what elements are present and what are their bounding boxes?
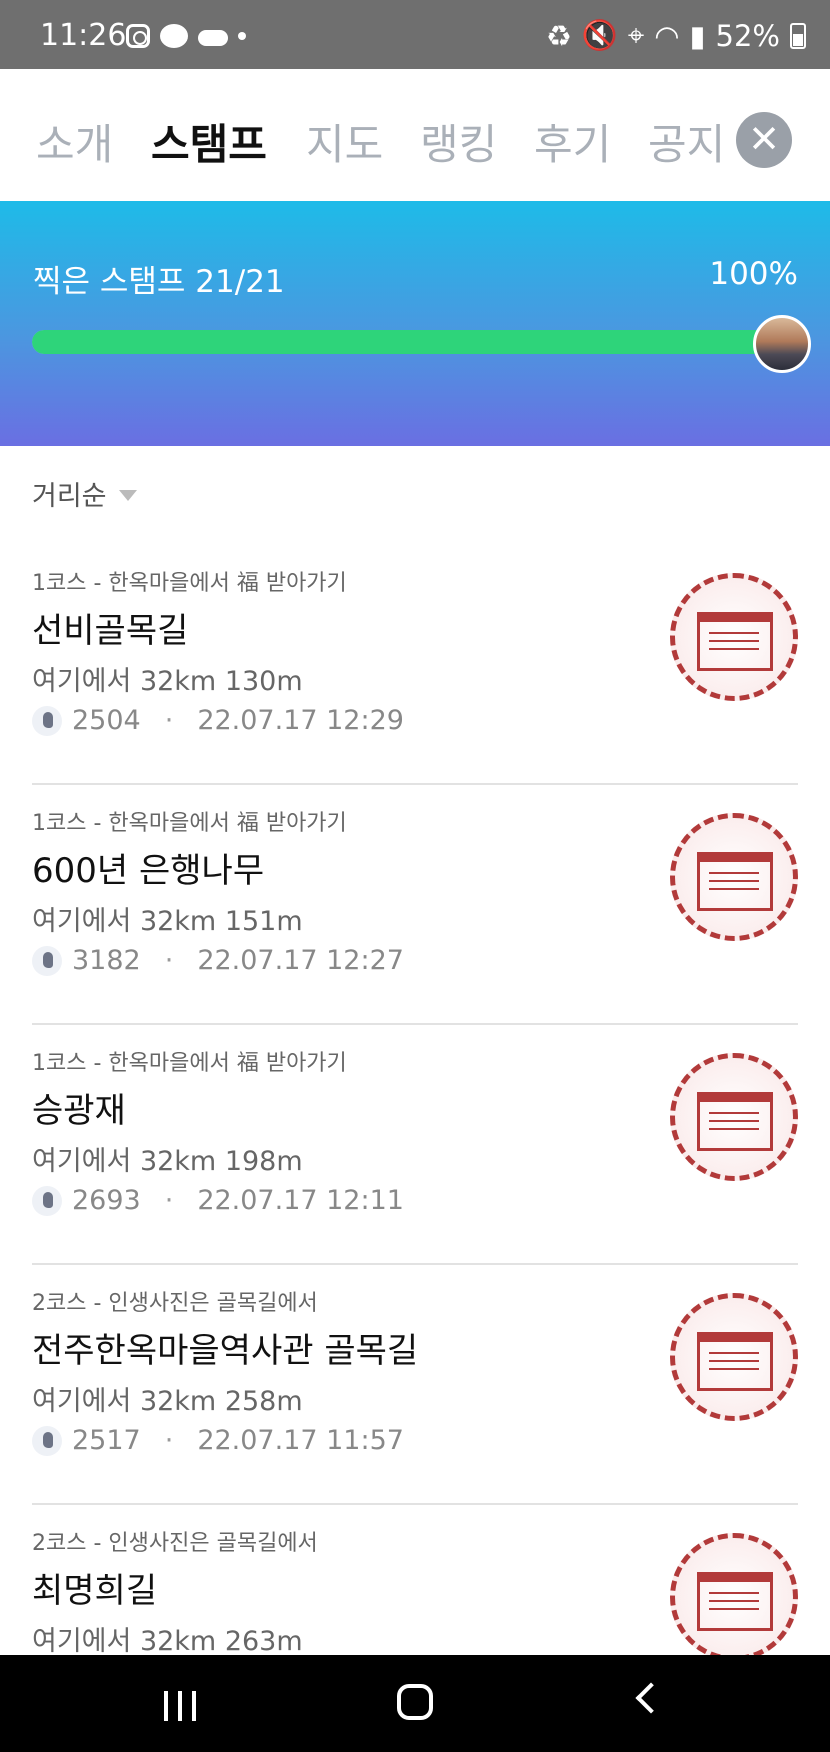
stamp-count-label: 찍은 스탬프 21/21 [33,264,285,300]
sort-label: 거리순 [32,481,107,512]
place-name: 선비골목길 [32,611,189,651]
progress-fill [32,330,792,354]
wifi-icon: ◠ [654,18,680,53]
list-item[interactable]: 1코스 - 한옥마을에서 福 받아가기 600년 은행나무 여기에서 32km … [32,785,798,1025]
tab-bar: 소개 스탬프 지도 랭킹 후기 공지 [0,69,830,201]
tab-ranking[interactable]: 랭킹 [420,111,497,172]
cloud-icon [198,30,228,46]
recent-apps-button[interactable] [164,1691,196,1721]
stamp-meta: 2504 · 22.07.17 12:29 [32,705,404,736]
instagram-icon [126,24,150,48]
place-name: 승광재 [32,1091,126,1131]
stamp-datetime: 22.07.17 12:11 [197,1185,404,1216]
list-item[interactable]: 2코스 - 인생사진은 골목길에서 전주한옥마을역사관 골목길 여기에서 32k… [32,1265,798,1505]
dot-icon [238,32,246,40]
place-name: 600년 은행나무 [32,851,265,891]
list-item[interactable]: 1코스 - 한옥마을에서 福 받아가기 승광재 여기에서 32km 198m 2… [32,1025,798,1265]
course-label: 1코스 - 한옥마을에서 福 받아가기 [32,571,347,596]
stamp-meta: 3182 · 22.07.17 12:27 [32,945,404,976]
visit-count: 2517 [72,1425,141,1456]
chat-bubble-icon [160,24,188,48]
separator-dot: · [164,945,174,976]
tab-review[interactable]: 후기 [534,111,611,172]
footprint-icon [32,1185,62,1216]
back-button[interactable] [635,1682,667,1714]
course-label: 1코스 - 한옥마을에서 福 받아가기 [32,811,347,836]
distance-text: 여기에서 32km 151m [32,906,303,937]
course-label: 2코스 - 인생사진은 골목길에서 [32,1291,318,1316]
signal-icon: ▮ [689,18,706,53]
caret-down-icon [118,490,137,501]
stamp-datetime: 22.07.17 12:29 [197,705,404,736]
place-name: 최명희길 [32,1571,158,1611]
system-nav-bar [0,1655,830,1752]
separator-dot: · [164,705,174,736]
recent-bar-icon [192,1691,196,1721]
stamp-progress-banner: 찍은 스탬프 21/21 100% [0,201,830,446]
stamp-datetime: 22.07.17 12:27 [197,945,404,976]
status-bar: 11:26 ♻ 🔇 ⌖ ◠ ▮ 52% [0,0,830,69]
stamp-meta: 2693 · 22.07.17 12:11 [32,1185,404,1216]
stamp-percent: 100% [709,256,798,292]
stamp-image [670,573,798,701]
battery-percent: 52% [715,18,780,53]
course-label: 1코스 - 한옥마을에서 福 받아가기 [32,1051,347,1076]
visit-count: 2693 [72,1185,141,1216]
distance-text: 여기에서 32km 258m [32,1386,303,1417]
home-button[interactable] [397,1684,433,1720]
battery-icon [790,22,806,49]
stamp-image [670,1053,798,1181]
separator-dot: · [164,1185,174,1216]
close-button[interactable]: ✕ [736,112,792,168]
battery-saver-icon: ♻ [545,18,572,53]
stamp-list: 1코스 - 한옥마을에서 福 받아가기 선비골목길 여기에서 32km 130m… [0,545,830,1745]
tab-stamp[interactable]: 스탬프 [151,111,267,172]
visit-count: 3182 [72,945,141,976]
status-time: 11:26 [40,18,127,53]
mute-icon: 🔇 [581,18,618,52]
course-label: 2코스 - 인생사진은 골목길에서 [32,1531,318,1556]
recent-bar-icon [178,1691,182,1721]
stamp-image [670,1293,798,1421]
separator-dot: · [164,1425,174,1456]
system-icons: ♻ 🔇 ⌖ ◠ ▮ 52% [546,18,806,53]
stamp-image [670,1533,798,1661]
list-item[interactable]: 1코스 - 한옥마을에서 福 받아가기 선비골목길 여기에서 32km 130m… [32,545,798,785]
stamp-image [670,813,798,941]
stamp-datetime: 22.07.17 11:57 [197,1425,404,1456]
place-name: 전주한옥마을역사관 골목길 [32,1331,419,1371]
footprint-icon [32,705,62,736]
distance-text: 여기에서 32km 198m [32,1146,303,1177]
distance-text: 여기에서 32km 263m [32,1626,303,1657]
avatar [753,315,811,373]
location-icon: ⌖ [627,18,645,52]
footprint-icon [32,1425,62,1456]
tab-intro[interactable]: 소개 [36,111,113,172]
stamp-meta: 2517 · 22.07.17 11:57 [32,1425,404,1456]
sort-dropdown[interactable]: 거리순 [32,474,137,513]
tab-notice[interactable]: 공지 [648,111,725,172]
progress-track [32,330,792,354]
notification-icons [126,24,246,48]
visit-count: 2504 [72,705,141,736]
tab-map[interactable]: 지도 [306,111,383,172]
distance-text: 여기에서 32km 130m [32,666,303,697]
recent-bar-icon [164,1691,168,1721]
footprint-icon [32,945,62,976]
close-icon: ✕ [748,117,780,161]
